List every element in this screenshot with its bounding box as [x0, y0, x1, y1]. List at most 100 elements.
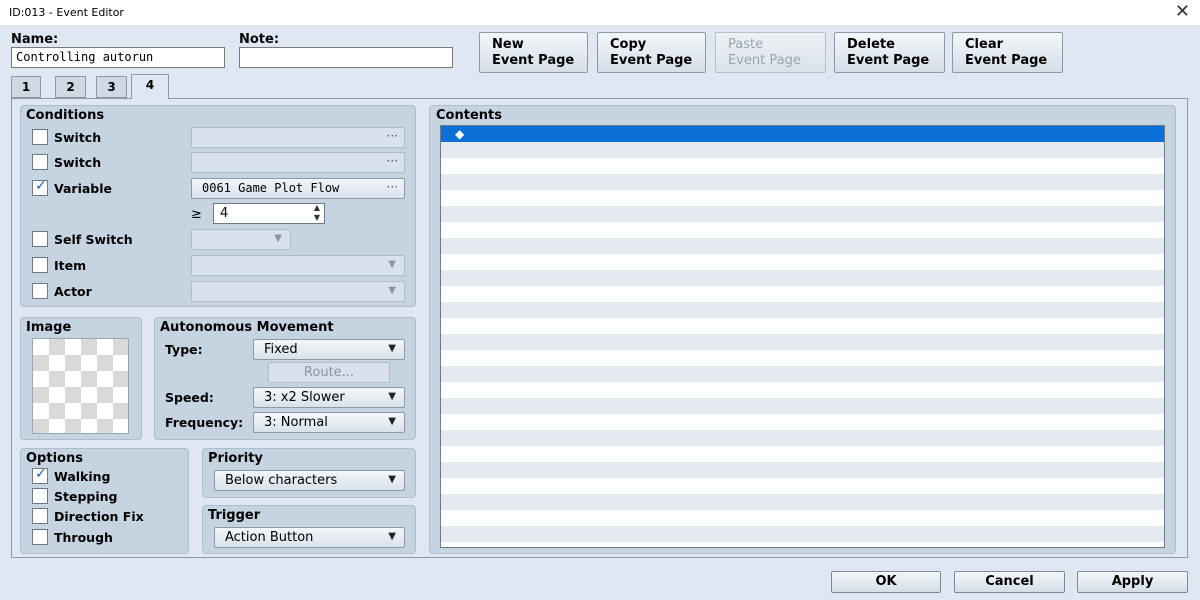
list-item[interactable]: [441, 334, 1164, 350]
delete-event-page-button[interactable]: Delete Event Page: [834, 32, 945, 73]
list-item[interactable]: [441, 414, 1164, 430]
switch2-checkbox[interactable]: [32, 154, 48, 170]
list-item[interactable]: [441, 382, 1164, 398]
priority-select[interactable]: Below characters ▼: [214, 470, 405, 491]
list-item[interactable]: [441, 254, 1164, 270]
frequency-label: Frequency:: [165, 415, 244, 430]
name-input[interactable]: Controlling autorun: [11, 47, 225, 68]
spinner-arrows-icon[interactable]: ▲ ▼: [314, 203, 320, 223]
priority-title: Priority: [208, 451, 263, 466]
list-item[interactable]: [441, 478, 1164, 494]
chevron-down-icon: ▼: [388, 531, 396, 542]
image-title: Image: [26, 320, 72, 335]
list-item[interactable]: [441, 206, 1164, 222]
tab-page-1[interactable]: 1: [11, 76, 41, 98]
checkmark-icon: ✓: [35, 466, 47, 482]
new-button-line1: New: [492, 37, 524, 52]
list-item[interactable]: [441, 286, 1164, 302]
paste-button-line1: Paste: [728, 37, 764, 52]
close-icon[interactable]: ✕: [1175, 2, 1190, 22]
list-item[interactable]: [441, 174, 1164, 190]
switch2-more-icon: ···: [386, 154, 398, 168]
compare-symbol: ≥: [191, 207, 202, 222]
list-item[interactable]: [441, 350, 1164, 366]
movement-type-select[interactable]: Fixed ▼: [253, 339, 405, 360]
self-switch-checkbox[interactable]: [32, 231, 48, 247]
direction-fix-checkbox[interactable]: [32, 508, 48, 524]
walking-label: Walking: [54, 469, 111, 484]
item-select[interactable]: ▼: [191, 255, 405, 276]
frequency-select[interactable]: 3: Normal ▼: [253, 412, 405, 433]
stepping-label: Stepping: [54, 489, 118, 504]
actor-select[interactable]: ▼: [191, 281, 405, 302]
list-item-selected[interactable]: ◆: [441, 126, 1164, 142]
cancel-button[interactable]: Cancel: [954, 571, 1065, 593]
contents-title: Contents: [436, 108, 502, 123]
list-item[interactable]: [441, 142, 1164, 158]
list-item[interactable]: [441, 542, 1164, 547]
trigger-select[interactable]: Action Button ▼: [214, 527, 405, 548]
list-item[interactable]: [441, 270, 1164, 286]
list-item[interactable]: [441, 238, 1164, 254]
paste-event-page-button[interactable]: Paste Event Page: [715, 32, 826, 73]
tab-page-4[interactable]: 4: [131, 74, 169, 99]
actor-checkbox[interactable]: [32, 283, 48, 299]
self-switch-label: Self Switch: [54, 232, 133, 247]
note-label: Note:: [239, 32, 280, 47]
list-item[interactable]: [441, 430, 1164, 446]
list-item[interactable]: [441, 190, 1164, 206]
ok-button[interactable]: OK: [831, 571, 941, 593]
paste-button-line2: Event Page: [728, 53, 801, 68]
list-item[interactable]: [441, 302, 1164, 318]
variable-value: 0061 Game Plot Flow: [202, 181, 340, 195]
variable-checkbox[interactable]: ✓: [32, 178, 48, 196]
tab-page-3[interactable]: 3: [96, 76, 127, 98]
list-item[interactable]: [441, 318, 1164, 334]
list-item[interactable]: [441, 510, 1164, 526]
frequency-value: 3: Normal: [264, 415, 328, 430]
switch2-label: Switch: [54, 155, 102, 170]
route-button[interactable]: Route...: [268, 362, 390, 383]
type-label: Type:: [165, 342, 203, 357]
item-checkbox[interactable]: [32, 257, 48, 273]
new-event-page-button[interactable]: New Event Page: [479, 32, 588, 73]
apply-button[interactable]: Apply: [1077, 571, 1188, 593]
variable-select[interactable]: 0061 Game Plot Flow ···: [191, 178, 405, 199]
list-item[interactable]: [441, 366, 1164, 382]
list-item[interactable]: [441, 158, 1164, 174]
checkmark-icon: ✓: [35, 178, 47, 194]
list-item[interactable]: [441, 526, 1164, 542]
speed-label: Speed:: [165, 390, 214, 405]
clear-event-page-button[interactable]: Clear Event Page: [952, 32, 1063, 73]
note-input[interactable]: [239, 47, 453, 68]
list-item[interactable]: [441, 398, 1164, 414]
speed-select[interactable]: 3: x2 Slower ▼: [253, 387, 405, 408]
chevron-down-icon: ▼: [388, 259, 396, 270]
variable-label: Variable: [54, 181, 113, 196]
list-item[interactable]: [441, 222, 1164, 238]
image-preview[interactable]: [32, 338, 129, 434]
switch2-select[interactable]: ···: [191, 152, 405, 173]
list-item[interactable]: [441, 462, 1164, 478]
chevron-down-icon: ▼: [388, 285, 396, 296]
copy-event-page-button[interactable]: Copy Event Page: [597, 32, 706, 73]
variable-value-spinner[interactable]: 4 ▲ ▼: [213, 203, 325, 224]
stepping-checkbox[interactable]: [32, 488, 48, 504]
through-checkbox[interactable]: [32, 529, 48, 545]
title-bar: ID:013 - Event Editor ✕: [0, 0, 1200, 26]
self-switch-select[interactable]: ▼: [191, 229, 291, 250]
tab-page-2[interactable]: 2: [55, 76, 86, 98]
walking-checkbox[interactable]: ✓: [32, 466, 48, 484]
switch1-checkbox[interactable]: [32, 129, 48, 145]
switch1-label: Switch: [54, 130, 102, 145]
new-button-line2: Event Page: [492, 53, 575, 68]
switch1-more-icon: ···: [386, 129, 398, 143]
diamond-icon: ◆: [455, 127, 465, 141]
contents-list[interactable]: ◆: [440, 125, 1165, 548]
copy-button-line2: Event Page: [610, 53, 693, 68]
clear-button-line2: Event Page: [965, 53, 1048, 68]
delete-button-line1: Delete: [847, 37, 895, 52]
switch1-select[interactable]: ···: [191, 127, 405, 148]
list-item[interactable]: [441, 494, 1164, 510]
list-item[interactable]: [441, 446, 1164, 462]
